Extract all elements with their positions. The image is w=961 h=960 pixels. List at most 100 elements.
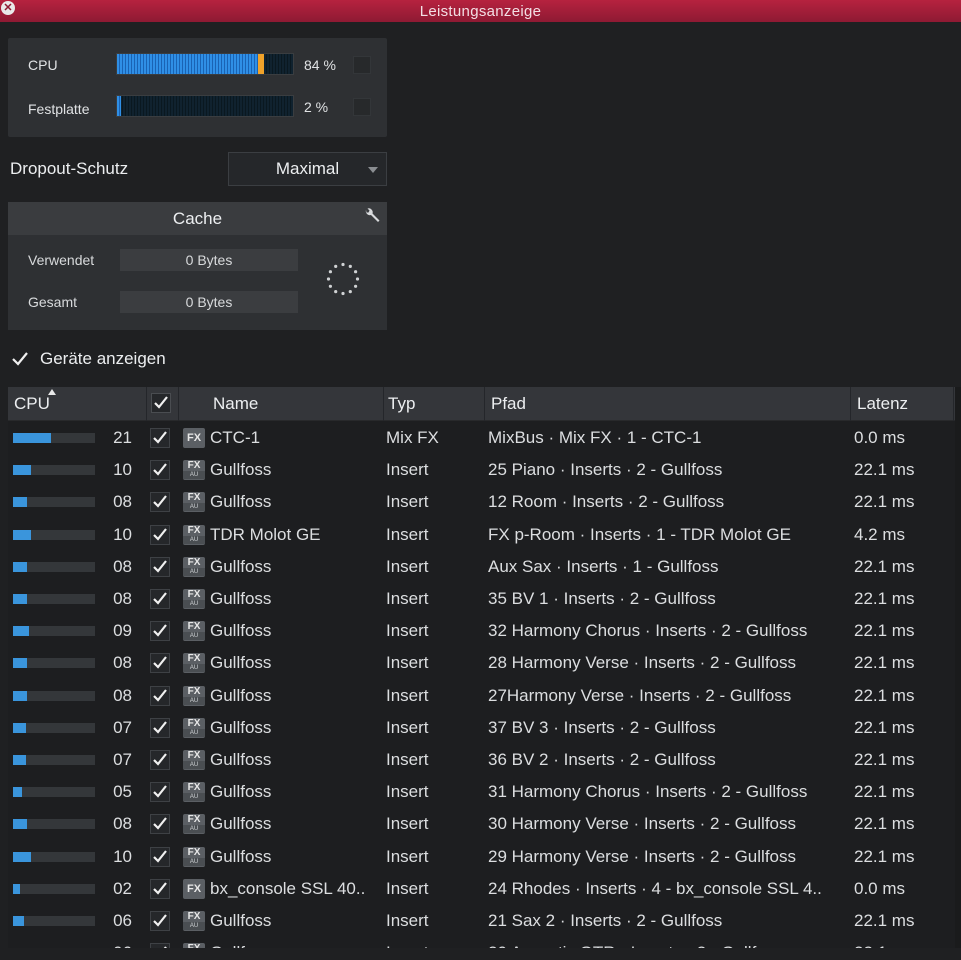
table-row[interactable]: 10 FX AU Gullfoss Insert 29 Harmony Verse…: [8, 841, 961, 873]
row-cpu-bar-fill: [13, 465, 32, 476]
row-latency: 22.1 ms: [854, 685, 915, 705]
row-enabled-checkbox[interactable]: [150, 911, 170, 931]
column-header-enabled[interactable]: [147, 387, 179, 421]
table-row[interactable]: 08 FX AU Gullfoss Insert 35 BV 1 · Insert…: [8, 583, 961, 615]
disk-label: Festplatte: [28, 101, 90, 117]
row-enabled-checkbox[interactable]: [150, 782, 170, 803]
row-enabled-checkbox[interactable]: [150, 814, 170, 835]
cache-panel: Cache Verwendet 0 Bytes Gesamt 0 Bytes: [8, 202, 387, 330]
table-row[interactable]: 07 FX AU Gullfoss Insert 37 BV 3 · Insert…: [8, 712, 961, 744]
table-row[interactable]: 05 FX AU Gullfoss Insert 31 Harmony Choru…: [8, 776, 961, 808]
row-latency: 22.1 ms: [854, 782, 915, 802]
row-cpu-value: 10: [113, 524, 132, 544]
close-icon[interactable]: ✕: [1, 1, 15, 15]
row-name: Gullfoss: [210, 621, 272, 641]
table-row[interactable]: 07 FX AU Gullfoss Insert 36 BV 2 · Insert…: [8, 744, 961, 776]
show-devices-toggle[interactable]: Geräte anzeigen: [10, 347, 166, 371]
row-path: 32 Harmony Chorus · Inserts · 2 - Gullfo…: [488, 621, 808, 641]
table-row[interactable]: 02 FX bx_console SSL 40.. Insert 24 Rhod…: [8, 873, 961, 905]
row-cpu-value: 06: [100, 937, 132, 948]
column-header-cpu[interactable]: CPU: [8, 387, 147, 421]
row-enabled-checkbox[interactable]: [150, 556, 170, 577]
row-cpu-bar: [13, 787, 95, 798]
disk-value: 2 %: [304, 99, 329, 115]
row-path: 30 Harmony Verse · Inserts · 2 - Gullfos…: [488, 814, 796, 834]
row-enabled-checkbox[interactable]: [150, 460, 170, 481]
checkmark-icon: [12, 352, 28, 366]
table-row[interactable]: 09 FX AU Gullfoss Insert 32 Harmony Choru…: [8, 615, 961, 647]
row-type: Insert: [386, 937, 482, 948]
cpu-meter-peak: [257, 54, 264, 74]
row-enabled-checkbox[interactable]: [150, 428, 170, 448]
row-enabled-checkbox[interactable]: [150, 717, 170, 738]
row-enabled-checkbox[interactable]: [150, 492, 170, 513]
row-type: Insert: [386, 556, 429, 576]
table-row[interactable]: 21 FX CTC-1 Mix FX MixBus · Mix FX · 1 -…: [8, 422, 961, 454]
table-row[interactable]: 08 FX AU Gullfoss Insert 27Harmony Verse …: [8, 680, 961, 712]
row-type: Insert: [386, 911, 429, 930]
table-row[interactable]: 10 FX AU TDR Molot GE Insert FX p-Room · …: [8, 519, 961, 551]
row-cpu-bar: [13, 916, 95, 926]
row-type: Insert: [386, 717, 429, 737]
plugin-fx-icon: FXAU: [183, 621, 205, 642]
row-path: 24 Rhodes · Inserts · 4 - bx_console SSL…: [488, 878, 822, 898]
row-name: Gullfoss: [210, 814, 272, 834]
wrench-icon[interactable]: [363, 208, 381, 226]
row-cpu-bar: [13, 497, 95, 508]
row-cpu-bar-fill: [13, 690, 28, 701]
row-cpu-value: 06: [113, 911, 132, 930]
row-enabled-checkbox[interactable]: [150, 524, 170, 545]
row-cpu-bar-fill: [13, 433, 51, 443]
column-header-path[interactable]: Pfad: [485, 387, 851, 421]
row-cpu-value: 10: [113, 846, 132, 866]
row-cpu-value: 07: [113, 717, 132, 737]
row-type: Mix FX: [386, 428, 439, 447]
table-row[interactable]: 08 FX AU Gullfoss Insert 12 Room · Insert…: [8, 486, 961, 518]
row-enabled-checkbox[interactable]: [150, 846, 170, 867]
disk-overload-indicator[interactable]: [353, 98, 371, 116]
row-cpu-bar: [13, 465, 95, 476]
row-enabled-checkbox[interactable]: [150, 653, 170, 674]
table-row[interactable]: 08 FX AU Gullfoss Insert 30 Harmony Verse…: [8, 808, 961, 840]
row-enabled-checkbox[interactable]: [150, 750, 170, 770]
row-cpu-bar: [13, 755, 95, 765]
column-header-latency[interactable]: Latenz: [851, 387, 954, 421]
row-type: Insert: [386, 750, 429, 769]
vertical-scrollbar[interactable]: [955, 387, 961, 948]
column-header-type[interactable]: Typ: [384, 387, 485, 421]
row-name: Gullfoss: [210, 589, 272, 608]
disk-meter: [116, 95, 294, 117]
row-path: 25 Piano · Inserts · 2 - Gullfoss: [488, 460, 723, 480]
row-enabled-checkbox[interactable]: [150, 589, 170, 609]
plugin-fx-icon: FXAU: [183, 717, 205, 738]
cpu-meter-row: CPU 84 %: [8, 53, 387, 77]
row-cpu-value: 05: [113, 782, 132, 802]
row-enabled-checkbox[interactable]: [150, 621, 170, 642]
dropout-protection-select[interactable]: Maximal: [228, 152, 387, 186]
table-row[interactable]: 08 FX AU Gullfoss Insert Aux Sax · Insert…: [8, 551, 961, 583]
row-cpu-bar: [13, 819, 95, 830]
row-enabled-checkbox[interactable]: [150, 685, 170, 706]
row-latency: 0.0 ms: [854, 428, 906, 447]
column-header-name[interactable]: Name: [179, 387, 384, 421]
table-row[interactable]: 08 FX AU Gullfoss Insert 28 Harmony Verse…: [8, 647, 961, 679]
cpu-overload-indicator[interactable]: [353, 56, 371, 74]
plugin-fx-icon: FXAU: [183, 460, 205, 481]
row-name: Gullfoss: [210, 750, 272, 769]
checkmark-icon: [151, 393, 171, 413]
table-row[interactable]: 10 FX AU Gullfoss Insert 25 Piano · Inser…: [8, 454, 961, 486]
row-path: 27Harmony Verse · Inserts · 2 - Gullfoss: [488, 685, 792, 705]
cache-header: Cache: [8, 202, 387, 235]
row-enabled-checkbox[interactable]: [150, 943, 170, 948]
row-enabled-checkbox[interactable]: [150, 878, 170, 899]
table-row[interactable]: 06 FXAU Gullfoss Insert 20 Acoustic GTR …: [8, 937, 961, 948]
row-path: 31 Harmony Chorus · Inserts · 2 - Gullfo…: [488, 782, 808, 802]
plugin-fx-icon: FXAU: [183, 782, 205, 803]
cpu-meter-fill: [117, 54, 258, 74]
row-latency: 22.1 ms: [854, 621, 915, 641]
plugin-fx-icon: FX: [183, 428, 205, 448]
show-devices-checkbox[interactable]: [10, 349, 30, 369]
row-name: Gullfoss: [210, 685, 272, 705]
table-row[interactable]: 06 FX AU Gullfoss Insert 21 Sax 2 · Inser…: [8, 905, 961, 937]
row-path: 28 Harmony Verse · Inserts · 2 - Gullfos…: [488, 653, 796, 673]
